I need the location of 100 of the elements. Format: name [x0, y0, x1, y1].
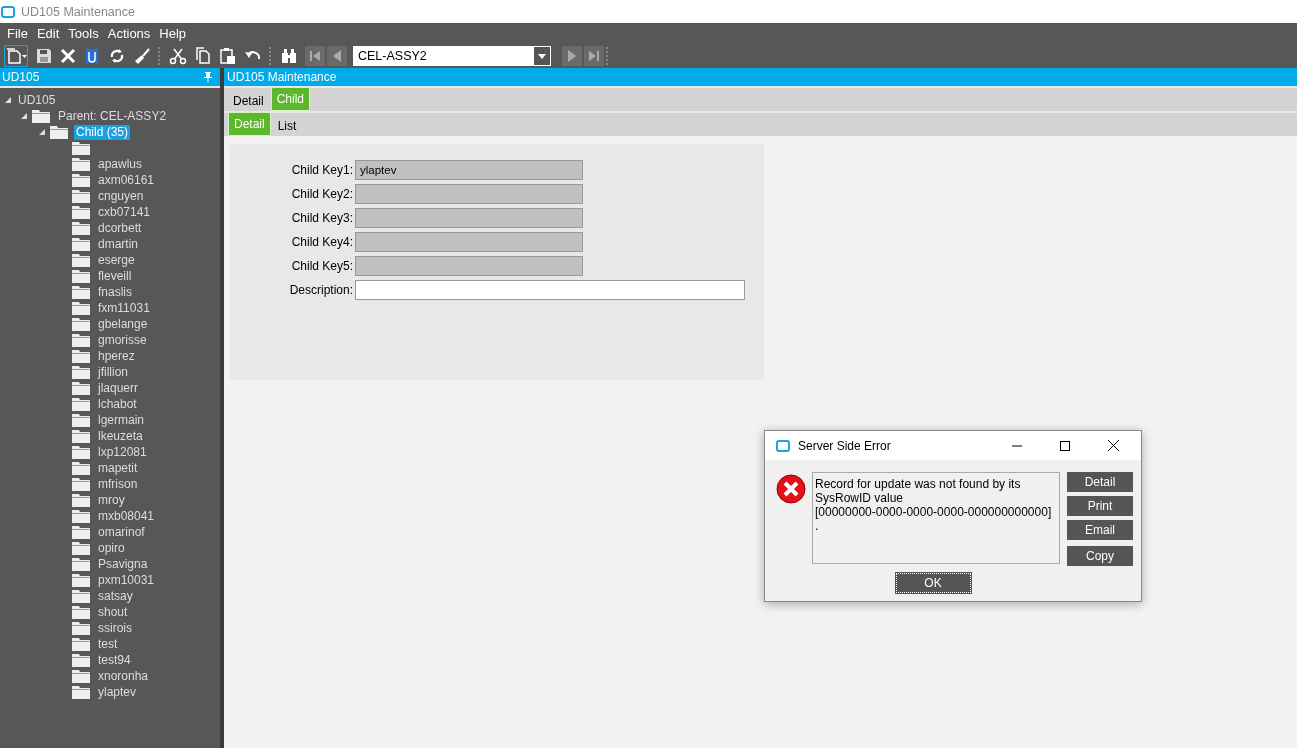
paste-icon[interactable] [219, 47, 237, 65]
scissors-icon[interactable] [169, 47, 187, 65]
tree-item[interactable]: mxb08041 [96, 508, 157, 524]
tree-item[interactable]: mroy [96, 492, 127, 508]
folder-icon [72, 413, 90, 427]
field-label: Child Key2: [290, 187, 353, 201]
folder-icon [72, 221, 90, 235]
refresh-icon[interactable] [108, 47, 126, 65]
field-label: Description: [288, 283, 353, 297]
app-logo-icon [1, 5, 15, 18]
tree-item[interactable]: opiro [96, 540, 127, 556]
menu-item[interactable]: File [7, 26, 28, 41]
input-field[interactable] [355, 256, 583, 276]
tree-item[interactable]: ssirois [96, 620, 134, 636]
input-field[interactable] [355, 208, 583, 228]
tree-item[interactable]: ylaptev [96, 684, 139, 700]
tree-item[interactable]: dcorbett [96, 220, 144, 236]
folder-icon [32, 109, 50, 123]
tab[interactable]: List [272, 115, 302, 136]
input-field[interactable] [355, 232, 583, 252]
brush-icon[interactable] [133, 47, 151, 65]
tree-item[interactable]: UD105 [16, 92, 58, 108]
binoculars-icon[interactable] [280, 47, 298, 65]
folder-icon [72, 605, 90, 619]
menu-item[interactable]: Edit [36, 26, 60, 41]
tab[interactable]: Detail [228, 90, 269, 111]
dialog-button[interactable]: Email [1067, 520, 1133, 540]
input-field[interactable] [355, 280, 745, 300]
input-field[interactable] [355, 184, 583, 204]
folder-icon [72, 493, 90, 507]
tree-item[interactable]: satsay [96, 588, 135, 604]
tree-item[interactable]: fnaslis [96, 284, 134, 300]
folder-icon [72, 285, 90, 299]
folder-icon [72, 237, 90, 251]
folder-icon [72, 541, 90, 555]
tree-item[interactable]: Parent: CEL-ASSY2 [56, 108, 169, 124]
tree-item[interactable]: omarinof [96, 524, 147, 540]
tree-item[interactable]: cnguyen [96, 188, 146, 204]
tree-item[interactable]: fleveill [96, 268, 134, 284]
tree-item[interactable]: fxm11031 [96, 300, 152, 316]
folder-icon [72, 429, 90, 443]
menu-item[interactable]: Actions [107, 26, 151, 41]
tree-item[interactable]: gmorisse [96, 332, 149, 348]
dialog-title: Server Side Error [798, 438, 891, 453]
record-combo-box[interactable]: CEL-ASSY2 [353, 46, 551, 66]
tree-item[interactable]: lkeuzeta [96, 428, 145, 444]
tree-item[interactable]: lgermain [96, 412, 147, 428]
folder-icon [72, 573, 90, 587]
close-icon[interactable] [1108, 440, 1119, 451]
save-icon[interactable] [35, 47, 53, 65]
tree-item[interactable]: lxp12081 [96, 444, 149, 460]
tree-item[interactable]: jfillion [96, 364, 130, 380]
delete-icon[interactable] [60, 48, 76, 64]
tree-item[interactable]: axm06161 [96, 172, 157, 188]
expand-arrow-icon[interactable] [4, 96, 12, 104]
folder-icon [72, 365, 90, 379]
tree-item[interactable]: Child (35) [74, 124, 131, 140]
folder-icon [72, 397, 90, 411]
tree-item[interactable]: xnoronha [96, 668, 151, 684]
folder-icon [72, 381, 90, 395]
maximize-icon[interactable] [1060, 440, 1070, 451]
folder-icon [72, 637, 90, 651]
tree-item[interactable]: lchabot [96, 396, 139, 412]
expand-arrow-icon[interactable] [20, 112, 28, 120]
input-field[interactable]: ylaptev [355, 160, 583, 180]
menu-item[interactable]: Tools [68, 26, 99, 41]
tree-item[interactable]: dmartin [96, 236, 140, 252]
attachment-icon[interactable] [83, 47, 101, 65]
copy-icon[interactable] [194, 47, 212, 65]
ok-button[interactable]: OK [895, 573, 971, 593]
new-dropdown-button[interactable] [4, 45, 28, 67]
tree-item[interactable]: hperez [96, 348, 137, 364]
folder-icon [72, 461, 90, 475]
dialog-button[interactable]: Print [1067, 496, 1133, 516]
tree-item[interactable]: gbelange [96, 316, 150, 332]
error-icon [776, 474, 806, 504]
tree-item[interactable]: shout [96, 604, 130, 620]
tree-item[interactable]: eserge [96, 252, 137, 268]
menu-item[interactable]: Help [159, 26, 187, 41]
window-title: UD105 Maintenance [21, 4, 135, 19]
folder-icon [72, 525, 90, 539]
folder-icon [72, 349, 90, 363]
folder-icon [72, 317, 90, 331]
tree-item[interactable]: test [96, 636, 120, 652]
dialog-button[interactable]: Detail [1067, 472, 1133, 492]
tree-item[interactable]: jlaquerr [96, 380, 141, 396]
pin-icon[interactable] [204, 72, 212, 82]
app-logo-icon [776, 439, 790, 452]
expand-arrow-icon[interactable] [38, 128, 46, 136]
field-label: Child Key5: [290, 259, 353, 273]
dialog-button[interactable]: Copy [1067, 546, 1133, 566]
tree-item[interactable]: test94 [96, 652, 133, 668]
error-message: Record for update was not found by its SysRowID value [00000000-0000-0000-0000-000000000000] . [812, 472, 1060, 564]
tree-item[interactable]: mapetit [96, 460, 140, 476]
tree-item[interactable]: apawlus [96, 156, 145, 172]
tree-panel-title: UD105 [2, 70, 40, 84]
tree-item[interactable]: cxb07141 [96, 204, 153, 220]
tree-item[interactable]: pxm10031 [96, 572, 157, 588]
tree-item[interactable]: Psavigna [96, 556, 150, 572]
tree-item[interactable]: mfrison [96, 476, 140, 492]
